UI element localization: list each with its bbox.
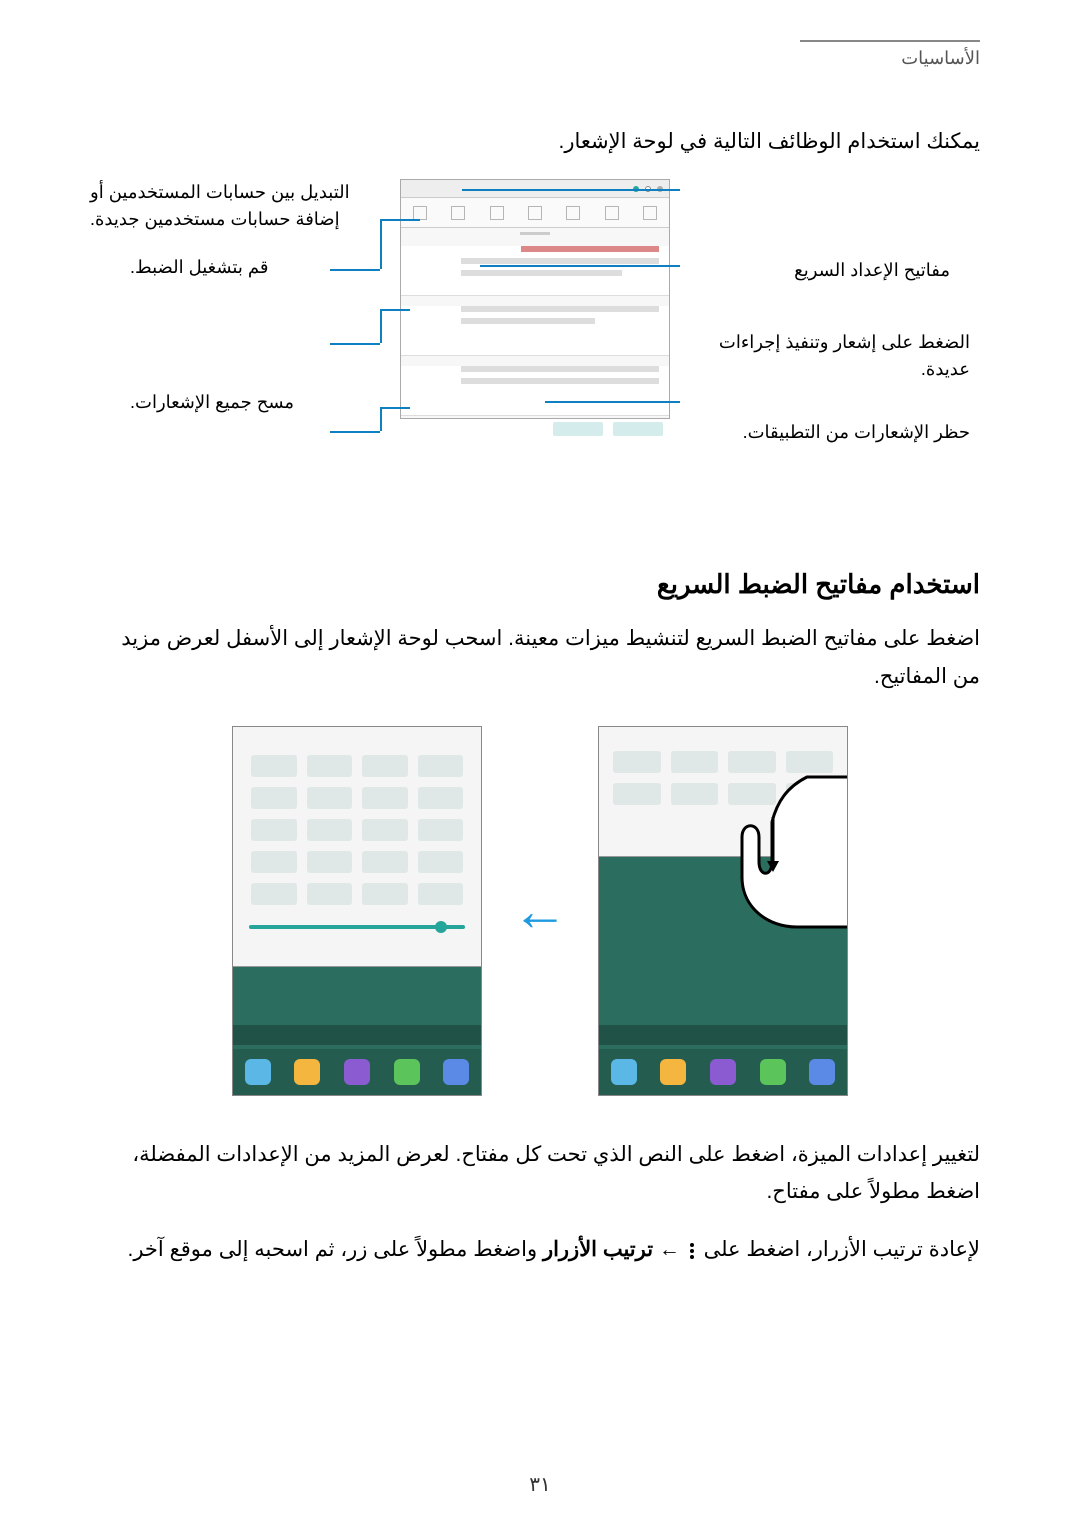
more-options-icon (690, 1243, 694, 1259)
notification-panel-diagram: التبديل بين حسابات المستخدمين أو إضافة ح… (100, 179, 980, 489)
device-mock (400, 179, 670, 419)
page-number: ٣١ (529, 1472, 550, 1497)
page-header: الأساسيات (800, 40, 980, 69)
callout-block: حظر الإشعارات من التطبيقات. (690, 419, 970, 446)
section-title: استخدام مفاتيح الضبط السريع (100, 569, 980, 600)
callout-users: التبديل بين حسابات المستخدمين أو إضافة ح… (90, 179, 390, 233)
section-name: الأساسيات (901, 48, 980, 68)
intro-text: يمكنك استخدام الوظائف التالية في لوحة ال… (100, 129, 980, 154)
body-paragraph-2: لتغيير إعدادات الميزة، اضغط على النص الذ… (100, 1136, 980, 1212)
hand-swipe-icon (687, 767, 848, 937)
callout-press: الضغط على إشعار وتنفيذ إجراءات عديدة. (690, 329, 970, 383)
callout-settings: قم بتشغيل الضبط. (130, 254, 390, 281)
swipe-comparison: ← (100, 726, 980, 1096)
body-paragraph-3: لإعادة ترتيب الأزرار، اضغط على ← ترتيب ا… (100, 1231, 980, 1269)
callout-clear: مسح جميع الإشعارات. (130, 389, 390, 416)
phone-expanded (232, 726, 482, 1096)
phone-collapsed (598, 726, 848, 1096)
arrow-left-icon: ← (512, 878, 568, 943)
body-paragraph-1: اضغط على مفاتيح الضبط السريع لتنشيط ميزا… (100, 620, 980, 696)
callout-quick: مفاتيح الإعداد السريع (690, 257, 950, 284)
